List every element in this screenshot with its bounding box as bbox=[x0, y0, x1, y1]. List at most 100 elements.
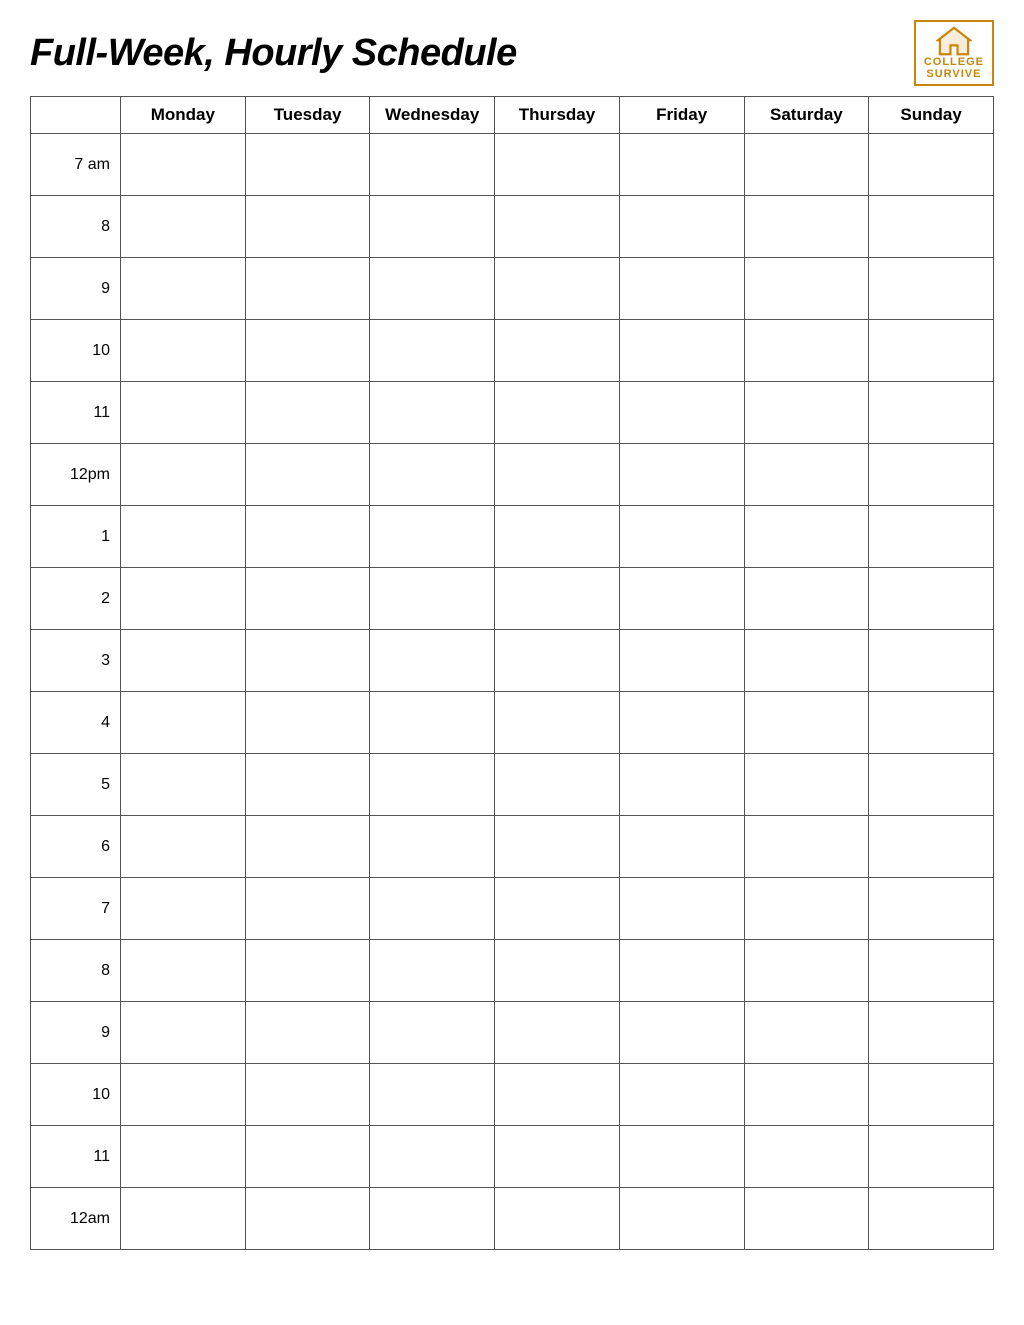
schedule-cell[interactable] bbox=[619, 692, 744, 754]
schedule-cell[interactable] bbox=[121, 692, 246, 754]
schedule-cell[interactable] bbox=[121, 134, 246, 196]
schedule-cell[interactable] bbox=[744, 1002, 869, 1064]
schedule-cell[interactable] bbox=[495, 196, 620, 258]
schedule-cell[interactable] bbox=[869, 878, 994, 940]
schedule-cell[interactable] bbox=[121, 754, 246, 816]
schedule-cell[interactable] bbox=[370, 1064, 495, 1126]
schedule-cell[interactable] bbox=[619, 754, 744, 816]
schedule-cell[interactable] bbox=[370, 940, 495, 1002]
schedule-cell[interactable] bbox=[744, 1188, 869, 1250]
schedule-cell[interactable] bbox=[744, 940, 869, 1002]
schedule-cell[interactable] bbox=[370, 196, 495, 258]
schedule-cell[interactable] bbox=[744, 506, 869, 568]
schedule-cell[interactable] bbox=[619, 1064, 744, 1126]
schedule-cell[interactable] bbox=[619, 1188, 744, 1250]
schedule-cell[interactable] bbox=[619, 444, 744, 506]
schedule-cell[interactable] bbox=[744, 754, 869, 816]
schedule-cell[interactable] bbox=[869, 134, 994, 196]
schedule-cell[interactable] bbox=[619, 630, 744, 692]
schedule-cell[interactable] bbox=[370, 320, 495, 382]
schedule-cell[interactable] bbox=[744, 382, 869, 444]
schedule-cell[interactable] bbox=[869, 506, 994, 568]
schedule-cell[interactable] bbox=[370, 568, 495, 630]
schedule-cell[interactable] bbox=[121, 506, 246, 568]
schedule-cell[interactable] bbox=[245, 1188, 370, 1250]
schedule-cell[interactable] bbox=[245, 320, 370, 382]
schedule-cell[interactable] bbox=[245, 754, 370, 816]
schedule-cell[interactable] bbox=[619, 1126, 744, 1188]
schedule-cell[interactable] bbox=[370, 1002, 495, 1064]
schedule-cell[interactable] bbox=[245, 878, 370, 940]
schedule-cell[interactable] bbox=[744, 134, 869, 196]
schedule-cell[interactable] bbox=[495, 506, 620, 568]
schedule-cell[interactable] bbox=[869, 320, 994, 382]
schedule-cell[interactable] bbox=[495, 1126, 620, 1188]
schedule-cell[interactable] bbox=[744, 630, 869, 692]
schedule-cell[interactable] bbox=[869, 940, 994, 1002]
schedule-cell[interactable] bbox=[495, 754, 620, 816]
schedule-cell[interactable] bbox=[619, 134, 744, 196]
schedule-cell[interactable] bbox=[370, 816, 495, 878]
schedule-cell[interactable] bbox=[869, 1188, 994, 1250]
schedule-cell[interactable] bbox=[121, 878, 246, 940]
schedule-cell[interactable] bbox=[744, 1126, 869, 1188]
schedule-cell[interactable] bbox=[370, 134, 495, 196]
schedule-cell[interactable] bbox=[245, 692, 370, 754]
schedule-cell[interactable] bbox=[495, 382, 620, 444]
schedule-cell[interactable] bbox=[495, 692, 620, 754]
schedule-cell[interactable] bbox=[121, 568, 246, 630]
schedule-cell[interactable] bbox=[370, 506, 495, 568]
schedule-cell[interactable] bbox=[495, 444, 620, 506]
schedule-cell[interactable] bbox=[245, 258, 370, 320]
schedule-cell[interactable] bbox=[619, 382, 744, 444]
schedule-cell[interactable] bbox=[869, 568, 994, 630]
schedule-cell[interactable] bbox=[245, 816, 370, 878]
schedule-cell[interactable] bbox=[744, 568, 869, 630]
schedule-cell[interactable] bbox=[370, 258, 495, 320]
schedule-cell[interactable] bbox=[869, 1064, 994, 1126]
schedule-cell[interactable] bbox=[245, 134, 370, 196]
schedule-cell[interactable] bbox=[619, 816, 744, 878]
schedule-cell[interactable] bbox=[245, 1126, 370, 1188]
schedule-cell[interactable] bbox=[744, 692, 869, 754]
schedule-cell[interactable] bbox=[869, 692, 994, 754]
schedule-cell[interactable] bbox=[744, 444, 869, 506]
schedule-cell[interactable] bbox=[370, 382, 495, 444]
schedule-cell[interactable] bbox=[619, 568, 744, 630]
schedule-cell[interactable] bbox=[245, 196, 370, 258]
schedule-cell[interactable] bbox=[245, 1002, 370, 1064]
schedule-cell[interactable] bbox=[245, 382, 370, 444]
schedule-cell[interactable] bbox=[495, 630, 620, 692]
schedule-cell[interactable] bbox=[121, 258, 246, 320]
schedule-cell[interactable] bbox=[619, 506, 744, 568]
schedule-cell[interactable] bbox=[619, 196, 744, 258]
schedule-cell[interactable] bbox=[121, 816, 246, 878]
schedule-cell[interactable] bbox=[121, 320, 246, 382]
schedule-cell[interactable] bbox=[245, 1064, 370, 1126]
schedule-cell[interactable] bbox=[869, 630, 994, 692]
schedule-cell[interactable] bbox=[495, 1064, 620, 1126]
schedule-cell[interactable] bbox=[495, 816, 620, 878]
schedule-cell[interactable] bbox=[370, 878, 495, 940]
schedule-cell[interactable] bbox=[245, 940, 370, 1002]
schedule-cell[interactable] bbox=[869, 382, 994, 444]
schedule-cell[interactable] bbox=[495, 320, 620, 382]
schedule-cell[interactable] bbox=[619, 940, 744, 1002]
schedule-cell[interactable] bbox=[495, 1188, 620, 1250]
schedule-cell[interactable] bbox=[619, 258, 744, 320]
schedule-cell[interactable] bbox=[744, 816, 869, 878]
schedule-cell[interactable] bbox=[744, 258, 869, 320]
schedule-cell[interactable] bbox=[869, 754, 994, 816]
schedule-cell[interactable] bbox=[245, 630, 370, 692]
schedule-cell[interactable] bbox=[121, 382, 246, 444]
schedule-cell[interactable] bbox=[370, 754, 495, 816]
schedule-cell[interactable] bbox=[619, 320, 744, 382]
schedule-cell[interactable] bbox=[744, 320, 869, 382]
schedule-cell[interactable] bbox=[495, 258, 620, 320]
schedule-cell[interactable] bbox=[121, 444, 246, 506]
schedule-cell[interactable] bbox=[121, 1188, 246, 1250]
schedule-cell[interactable] bbox=[370, 1188, 495, 1250]
schedule-cell[interactable] bbox=[121, 940, 246, 1002]
schedule-cell[interactable] bbox=[619, 1002, 744, 1064]
schedule-cell[interactable] bbox=[245, 568, 370, 630]
